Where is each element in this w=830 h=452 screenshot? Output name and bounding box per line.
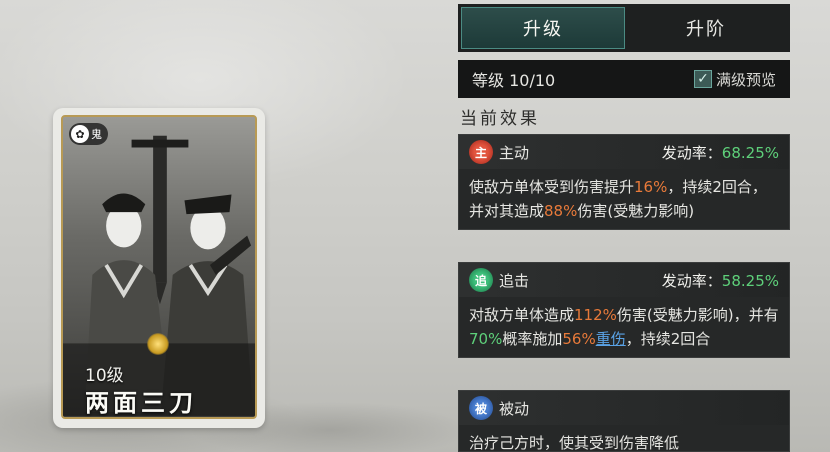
rate-value: 58.25% [721, 271, 779, 290]
status-link-heavy-wound[interactable]: 重伤 [596, 330, 626, 348]
passive-type-icon: 被 [469, 396, 493, 420]
tab-upgrade[interactable]: 升级 [461, 7, 625, 49]
rate-label: 发动率： [661, 271, 722, 290]
desc-value: 88% [544, 202, 578, 220]
max-level-preview-toggle[interactable]: ✓ 满级预览 [693, 69, 776, 90]
pursuit-type-icon: 追 [469, 268, 493, 292]
hero-card[interactable]: ✿ 鬼 10级 两面三刀 [53, 108, 265, 428]
effect-header: 被 被动 [459, 391, 789, 425]
level-bar: 等级 10/10 ✓ 满级预览 [458, 60, 790, 98]
level-text: 等级 10/10 [472, 71, 556, 90]
desc-text: ，持续2回合 [625, 330, 711, 348]
card-name: 两面三刀 [85, 388, 197, 417]
glow-sigil-icon [147, 333, 169, 355]
rate-label: 发动率： [661, 143, 722, 162]
flower-icon: ✿ [71, 125, 89, 143]
card-frame: ✿ 鬼 10级 两面三刀 [61, 115, 257, 419]
preview-label: 满级预览 [715, 70, 776, 89]
effect-type-label: 被动 [499, 399, 530, 418]
section-title: 当前效果 [460, 109, 540, 129]
checkbox-checked-icon[interactable]: ✓ [693, 70, 712, 88]
desc-text: 概率施加 [502, 330, 563, 348]
effect-type-label: 追击 [499, 271, 530, 290]
effect-passive: 被 被动 治疗己方时，使其受到伤害降低 [458, 390, 790, 452]
tab-advance[interactable]: 升阶 [625, 7, 787, 49]
desc-text: 使敌方单体受到伤害提升 [469, 178, 635, 196]
effect-description: 使敌方单体受到伤害提升16%，持续2回合，并对其造成88%伤害(受魅力影响) [459, 169, 789, 229]
tab-bar: 升级 升阶 [458, 4, 790, 52]
desc-text: 伤害(受魅力影响)，并有 [616, 306, 779, 324]
skill-panel: 升级 升阶 等级 10/10 ✓ 满级预览 当前效果 主 主动 发动率：68.2… [452, 0, 792, 452]
effect-type: 主 主动 [469, 140, 529, 164]
desc-text: 对敌方单体造成 [469, 306, 575, 324]
rate-value: 68.25% [721, 143, 779, 162]
faction-badge: ✿ 鬼 [69, 123, 108, 145]
faction-label: 鬼 [91, 128, 102, 141]
desc-value: 56% [562, 330, 596, 348]
desc-value: 112% [574, 306, 617, 324]
trigger-rate: 发动率：58.25% [662, 270, 779, 291]
effect-description: 治疗己方时，使其受到伤害降低 [469, 434, 680, 452]
active-type-icon: 主 [469, 140, 493, 164]
desc-value: 16% [634, 178, 668, 196]
effect-header: 追 追击 发动率：58.25% [459, 263, 789, 297]
desc-value: 70% [469, 330, 503, 348]
effect-pursuit: 追 追击 发动率：58.25% 对敌方单体造成112%伤害(受魅力影响)，并有 7… [458, 262, 790, 358]
effect-header: 主 主动 发动率：68.25% [459, 135, 789, 169]
trigger-rate: 发动率：68.25% [662, 142, 779, 163]
desc-text: 伤害(受魅力影响) [577, 202, 695, 220]
effect-type: 追 追击 [469, 268, 529, 292]
effect-description: 对敌方单体造成112%伤害(受魅力影响)，并有 70%概率施加56%重伤，持续2回… [459, 297, 789, 357]
effect-type-label: 主动 [499, 143, 530, 162]
effect-type: 被 被动 [469, 396, 529, 420]
effect-active: 主 主动 发动率：68.25% 使敌方单体受到伤害提升16%，持续2回合，并对其… [458, 134, 790, 230]
